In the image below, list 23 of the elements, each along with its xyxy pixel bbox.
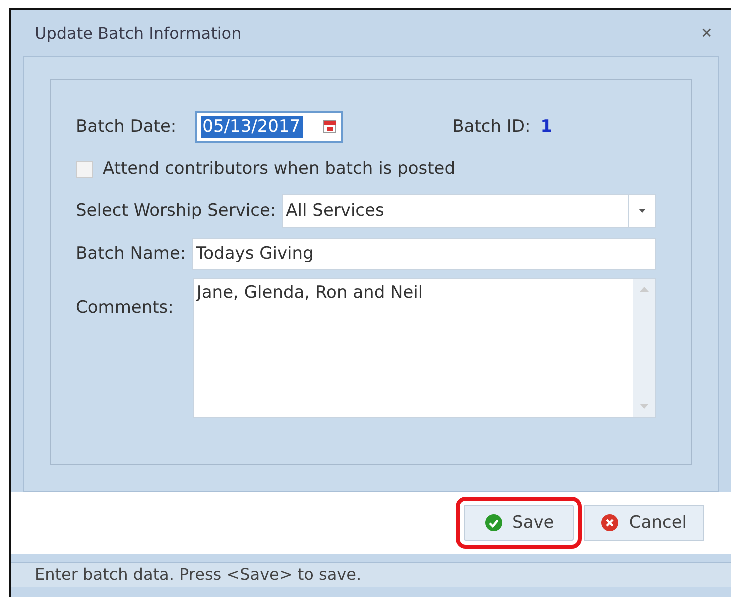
- window-title: Update Batch Information: [35, 24, 242, 42]
- service-dropdown[interactable]: All Services: [282, 194, 656, 228]
- check-icon: [484, 514, 503, 532]
- cancel-button[interactable]: Cancel: [584, 505, 704, 541]
- field-label: Select Worship Service:: [76, 201, 276, 221]
- checkbox-label: Attend contributors when batch is posted: [103, 159, 456, 179]
- calendar-icon[interactable]: [322, 120, 337, 134]
- batch-name-field[interactable]: Todays Giving: [192, 238, 656, 270]
- field-label: Batch ID:: [452, 117, 531, 137]
- cancel-icon: [601, 514, 620, 532]
- comments-field[interactable]: Jane, Glenda, Ron and Neil: [192, 278, 656, 418]
- scroll-down-icon[interactable]: [640, 404, 648, 409]
- date-field[interactable]: 05/13/2017: [194, 111, 343, 143]
- close-button[interactable]: ✕: [701, 25, 713, 41]
- scroll-up-icon[interactable]: [640, 287, 648, 292]
- field-label: Comments:: [76, 298, 174, 318]
- batch-id-value: 1: [540, 117, 553, 137]
- dropdown-arrow-icon[interactable]: [638, 209, 646, 213]
- field-label: Batch Date:: [76, 117, 177, 137]
- status-bar: Enter batch data. Press <Save> to save.: [11, 562, 731, 587]
- checkbox[interactable]: [76, 160, 93, 178]
- field-label: Batch Name:: [76, 244, 186, 264]
- scrollbar[interactable]: [633, 279, 655, 417]
